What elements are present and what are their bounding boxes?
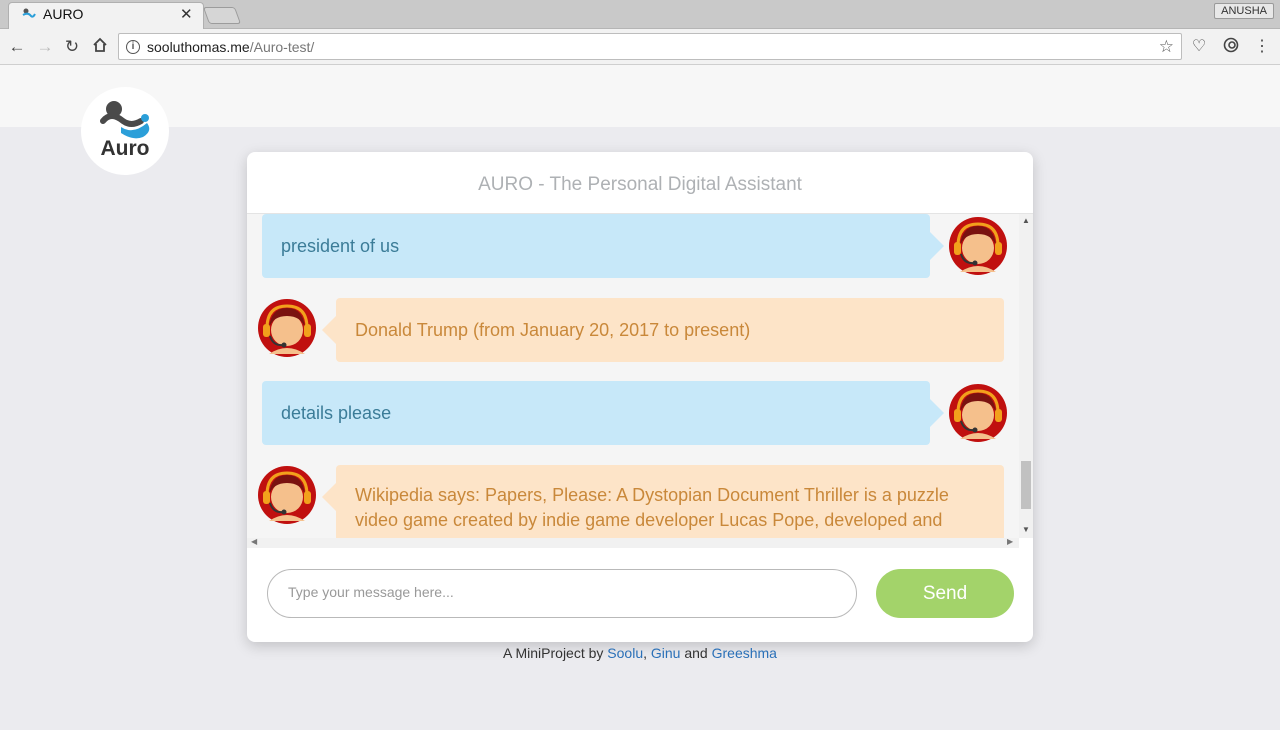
bot-message: Donald Trump (from January 20, 2017 to p… [322,298,1004,362]
author-link-ginu[interactable]: Ginu [651,645,681,661]
user-message: president of us [262,214,944,278]
logo-text: Auro [100,137,150,160]
scrollbar-thumb[interactable] [1021,461,1031,509]
auro-logo[interactable]: Auro [81,87,169,175]
reload-icon[interactable]: ↻ [62,37,82,57]
page-content: Auro AURO - The Personal Digital Assista… [0,65,1280,730]
author-link-soolu[interactable]: Soolu [607,645,643,661]
message-input[interactable] [288,584,838,600]
heart-extension-icon[interactable]: ♡ [1189,37,1209,57]
back-arrow-icon[interactable]: ← [7,37,27,57]
page-header [0,65,1280,127]
scroll-up-arrow-icon[interactable]: ▲ [1022,216,1030,225]
auro-favicon-icon [22,8,36,18]
scroll-left-arrow-icon[interactable]: ◀ [251,537,257,546]
browser-tab[interactable] [8,2,204,29]
browser-tab-bar: AURO ✕ ANUSHA [0,0,1280,29]
user-message: details please [262,381,944,445]
bookmark-star-icon[interactable]: ☆ [1159,37,1174,57]
profile-chip[interactable]: ANUSHA [1214,3,1274,19]
tab-title: AURO [43,6,84,22]
user-avatar-icon [949,384,1007,442]
user-avatar-icon [949,217,1007,275]
footer: A MiniProject by Soolu, Ginu and Greeshm… [503,645,777,661]
menu-kebab-icon[interactable]: ⋮ [1252,37,1272,57]
messages-list[interactable]: president of us Donald Trump (from Janua… [247,214,1019,538]
home-icon[interactable] [90,37,110,57]
browser-toolbar: ← → ↻ i sooluthomas.me/Auro-test/ ☆ ♡ ⋮ [0,29,1280,65]
new-tab-button[interactable] [202,7,242,24]
message-input-container[interactable] [267,569,857,618]
swirl-extension-icon[interactable] [1221,37,1241,57]
info-icon[interactable]: i [126,40,140,54]
author-link-greeshma[interactable]: Greeshma [712,645,777,661]
auro-logo-icon [100,101,150,139]
bot-avatar-icon [258,466,316,524]
scroll-down-arrow-icon[interactable]: ▼ [1022,525,1030,534]
forward-arrow-icon[interactable]: → [35,37,55,57]
tab-close-icon[interactable]: ✕ [180,5,193,23]
chat-title: AURO - The Personal Digital Assistant [478,174,802,195]
vertical-scrollbar[interactable]: ▲ ▼ [1019,214,1033,538]
bot-avatar-icon [258,299,316,357]
chat-window: AURO - The Personal Digital Assistant pr… [247,152,1033,642]
send-button[interactable]: Send [876,569,1014,618]
address-bar[interactable]: i sooluthomas.me/Auro-test/ ☆ [118,33,1182,60]
horizontal-scrollbar[interactable]: ◀ ▶ [247,537,1019,548]
scroll-right-arrow-icon[interactable]: ▶ [1007,537,1013,546]
url-text: sooluthomas.me/Auro-test/ [147,39,315,55]
bot-message: Wikipedia says: Papers, Please: A Dystop… [322,465,1004,538]
